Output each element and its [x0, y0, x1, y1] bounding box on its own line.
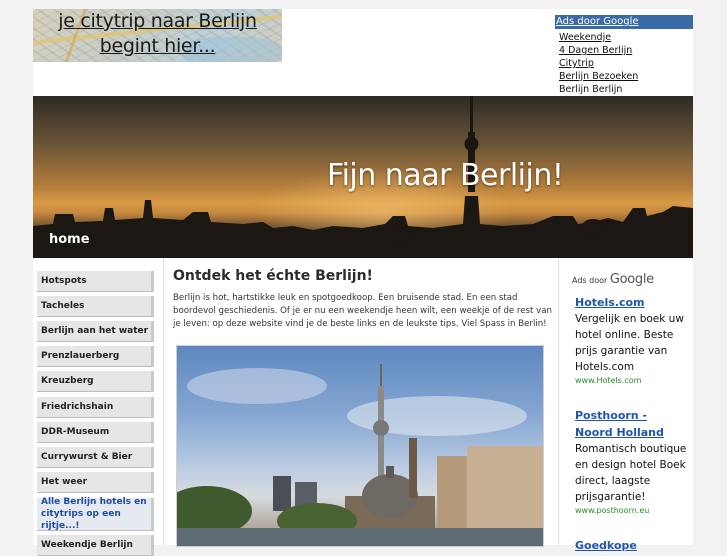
intro-paragraph: Berlijn is hot, hartstikke leuk en spotg… [173, 293, 552, 329]
sidebar-item-tacheles[interactable]: Tacheles [37, 296, 154, 317]
top-ads-list: Weekendje 4 Dagen Berlijn Citytrip Berli… [555, 29, 693, 96]
ad-body: Vergelijk en boek uw hotel online. Beste… [575, 313, 684, 373]
sidebar-item-prenzlauerberg[interactable]: Prenzlauerberg [37, 346, 154, 367]
berlin-photo [176, 345, 544, 547]
ads-by-google-link[interactable]: Ads door Google [555, 15, 693, 29]
ad-body: Romantisch boutique en design hotel Boek… [575, 443, 687, 503]
ad-block: Hotels.com Vergelijk en boek uw hotel on… [575, 294, 687, 387]
ad-link-berlijn-bezoeken[interactable]: Berlijn Bezoeken [559, 70, 693, 83]
ad-url[interactable]: www.Hotels.com [575, 375, 687, 387]
sidebar-item-currywurst[interactable]: Currywurst & Bier [37, 447, 154, 468]
hero-banner: Fijn naar Berlijn! home [33, 96, 693, 258]
sidebar-item-kreuzberg[interactable]: Kreuzberg [37, 371, 154, 392]
sidebar-nav: Hotspots Tacheles Berlijn aan het water … [33, 258, 163, 556]
ad-link-4-dagen[interactable]: 4 Dagen Berlijn [559, 44, 693, 57]
city-map-banner[interactable]: je citytrip naar Berlijn begint hier... [33, 9, 282, 62]
sidebar-item-friedrichshain[interactable]: Friedrichshain [37, 397, 154, 418]
sidebar-item-hotspots[interactable]: Hotspots [37, 271, 154, 292]
ad-title-link[interactable]: Hotels.com [575, 294, 687, 311]
top-banner: je citytrip naar Berlijn begint hier... … [33, 9, 693, 96]
sidebar-item-alle-hotels[interactable]: Alle Berlijn hotels en citytrips op een … [37, 497, 154, 531]
ads-by-text: Ads door [572, 276, 608, 285]
map-banner-line1[interactable]: je citytrip naar Berlijn [33, 10, 282, 32]
ad-title-link[interactable]: Goedkope [575, 537, 687, 554]
ad-title-link[interactable]: Posthoorn - Noord Holland [575, 407, 687, 441]
ad-link-citytrip[interactable]: Citytrip [559, 57, 693, 70]
sidebar-item-ddr-museum[interactable]: DDR-Museum [37, 422, 154, 443]
top-ads-box: Ads door Google Weekendje 4 Dagen Berlij… [555, 15, 693, 96]
museum-island-image [177, 364, 543, 546]
hero-title: Fijn naar Berlijn! [327, 158, 564, 193]
map-banner-line2[interactable]: begint hier... [33, 35, 282, 57]
ad-block: Goedkope [575, 537, 687, 554]
main-content: Ontdek het échte Berlijn! Berlijn is hot… [163, 258, 559, 547]
sidebar-item-weekendje-berlijn[interactable]: Weekendje Berlijn [37, 535, 154, 556]
right-ads-column: Ads door Google Hotels.com Vergelijk en … [559, 258, 693, 552]
sidebar-item-het-weer[interactable]: Het weer [37, 472, 154, 493]
ad-block: Posthoorn - Noord Holland Romantisch bou… [575, 407, 687, 517]
google-logo: Google [609, 272, 654, 287]
ad-link-weekendje[interactable]: Weekendje [559, 31, 693, 44]
home-link[interactable]: home [49, 232, 90, 247]
ad-url[interactable]: www.posthoorn.eu [575, 505, 687, 517]
page-title: Ontdek het échte Berlijn! [173, 268, 373, 284]
ads-by-google-label[interactable]: Ads door Google [572, 272, 654, 287]
ad-link-berlijn-berlijn[interactable]: Berlijn Berlijn [559, 83, 693, 96]
sidebar-item-berlijn-aan-het-water[interactable]: Berlijn aan het water [37, 321, 154, 342]
